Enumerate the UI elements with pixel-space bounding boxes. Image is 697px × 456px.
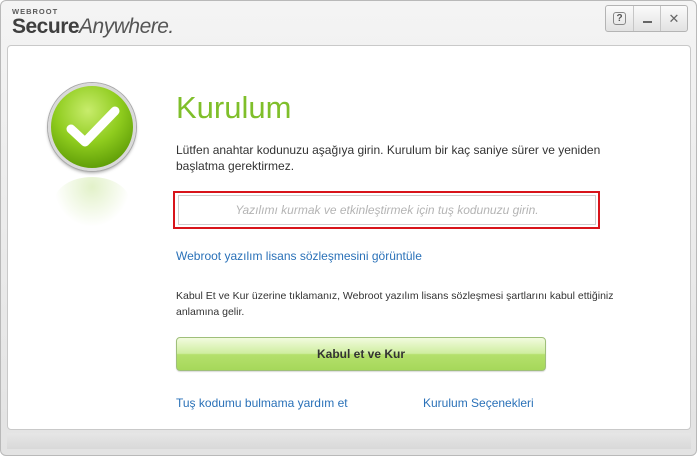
keycode-input[interactable]: [178, 195, 596, 225]
brand-wordmark: SecureAnywhere.: [12, 15, 174, 39]
window-controls: ? ✕: [605, 5, 688, 32]
agreement-text: Kabul Et ve Kur üzerine tıklamanız, Webr…: [176, 290, 614, 318]
help-icon: ?: [613, 12, 626, 25]
status-bar: [7, 433, 691, 449]
page-title: Kurulum: [176, 90, 292, 125]
eula-link[interactable]: Webroot yazılım lisans sözleşmesini görü…: [176, 249, 422, 263]
help-button[interactable]: ?: [606, 6, 633, 31]
minimize-button[interactable]: [633, 6, 660, 31]
install-panel: Kurulum Lütfen anahtar kodunuzu aşağıya …: [7, 45, 691, 430]
checkmark-reflection: [54, 177, 130, 227]
app-window: WEBROOT SecureAnywhere. ? ✕ Kurulum Lütf…: [0, 0, 697, 456]
accept-install-button[interactable]: Kabul et ve Kur: [176, 337, 546, 371]
brand-wordmark-bold: Secure: [12, 15, 80, 38]
minimize-icon: [642, 20, 652, 23]
install-options-link[interactable]: Kurulum Seçenekleri: [423, 396, 534, 410]
brand-wordmark-italic: Anywhere.: [79, 15, 174, 38]
checkmark-icon: [66, 106, 120, 147]
checkmark-circle-icon: [48, 83, 136, 171]
status-graphic: [48, 83, 138, 233]
close-button[interactable]: ✕: [660, 6, 687, 31]
close-icon: ✕: [668, 10, 680, 26]
brand-logo: WEBROOT SecureAnywhere.: [12, 7, 174, 39]
page-description: Lütfen anahtar kodunuzu aşağıya girin. K…: [176, 143, 601, 173]
keycode-help-link[interactable]: Tuş kodumu bulmama yardım et: [176, 396, 348, 410]
